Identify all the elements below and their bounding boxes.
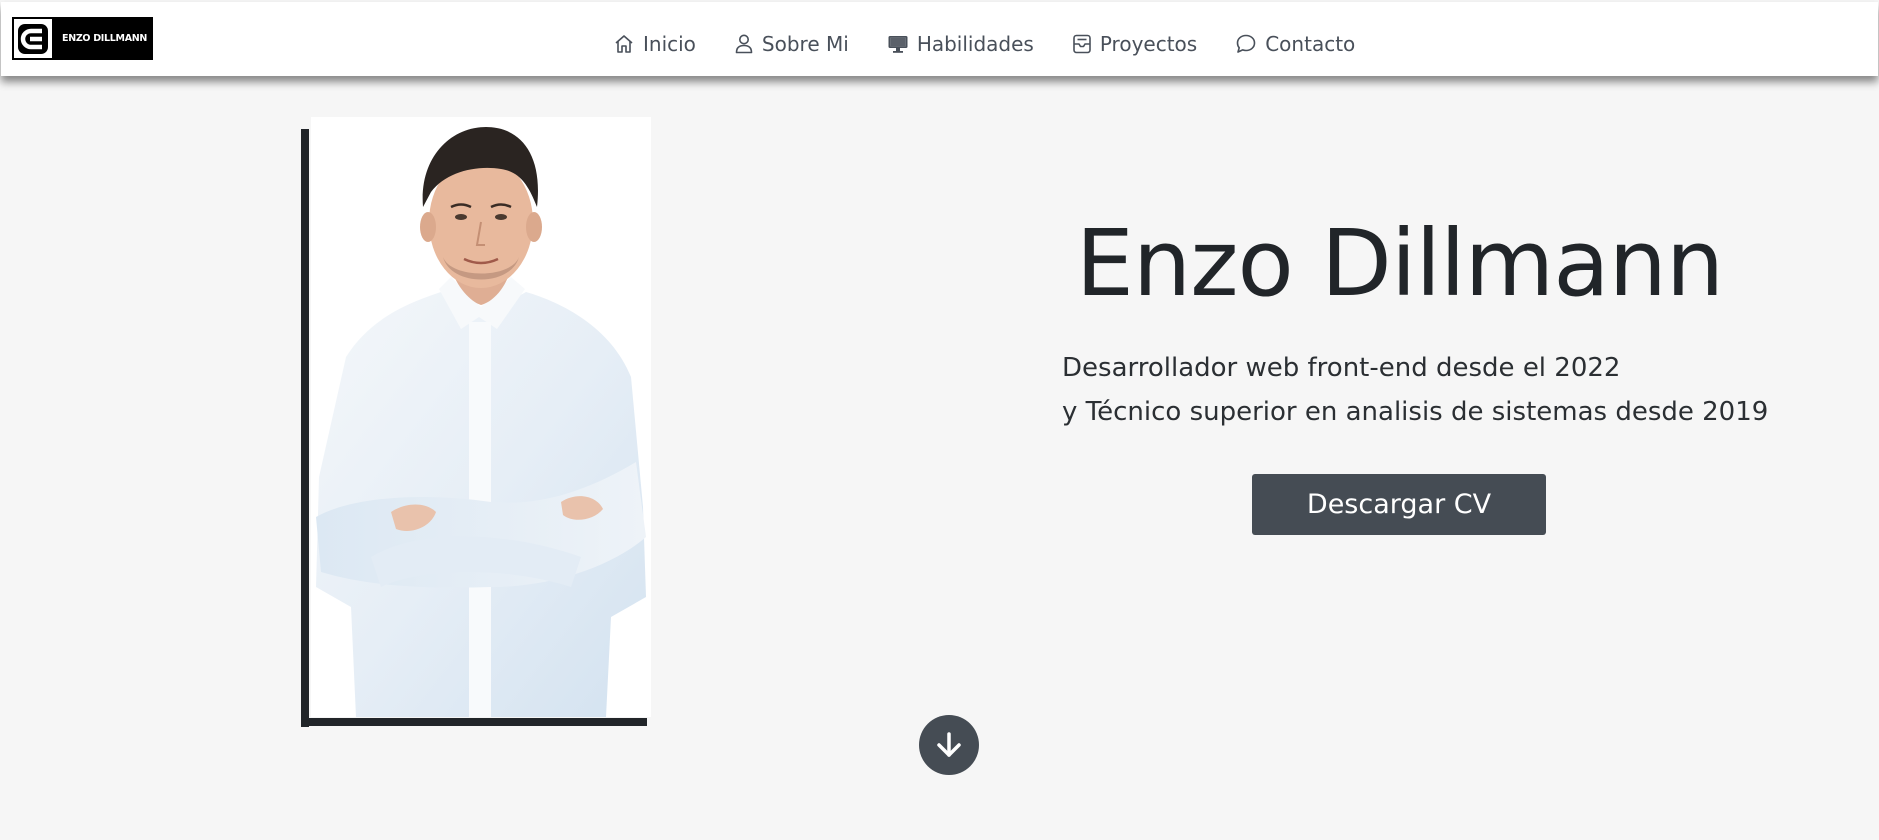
hero-title: Enzo Dillmann bbox=[1075, 210, 1724, 317]
frame-bottom-border bbox=[301, 718, 647, 726]
arrow-down-icon bbox=[937, 732, 961, 757]
profile-photo bbox=[311, 117, 651, 717]
frame-left-border bbox=[301, 129, 309, 727]
monitor-icon bbox=[888, 36, 908, 53]
hero-subtitle-line-1: Desarrollador web front-end desde el 202… bbox=[1062, 353, 1621, 383]
navbar: ENZO DILLMANN Inicio Sobre Mi Habilidade… bbox=[1, 2, 1878, 76]
nav-item-sobre-mi[interactable]: Sobre Mi bbox=[734, 32, 849, 56]
download-cv-button[interactable]: Descargar CV bbox=[1252, 474, 1546, 535]
nav-label-contacto: Contacto bbox=[1265, 32, 1356, 56]
hero-subtitle-line-2: y Técnico superior en analisis de sistem… bbox=[1062, 397, 1769, 427]
nav-item-proyectos[interactable]: Proyectos bbox=[1072, 32, 1197, 56]
nav-item-contacto[interactable]: Contacto bbox=[1235, 32, 1355, 56]
nav-item-inicio[interactable]: Inicio bbox=[613, 32, 696, 56]
person-icon bbox=[735, 34, 753, 54]
brand-logo[interactable]: ENZO DILLMANN bbox=[12, 17, 153, 60]
nav-links: Inicio Sobre Mi Habilidades Proyectos Co… bbox=[613, 24, 1393, 64]
profile-photo-frame bbox=[301, 117, 651, 727]
enzo-e-logo-icon bbox=[14, 19, 52, 58]
nav-label-inicio: Inicio bbox=[643, 32, 696, 56]
brand-text: ENZO DILLMANN bbox=[62, 33, 148, 44]
nav-label-proyectos: Proyectos bbox=[1099, 32, 1198, 56]
chat-bubble-icon bbox=[1236, 34, 1256, 53]
nav-label-habilidades: Habilidades bbox=[916, 32, 1034, 56]
nav-item-habilidades[interactable]: Habilidades bbox=[887, 32, 1034, 56]
home-icon bbox=[615, 35, 633, 53]
nav-label-sobre-mi: Sobre Mi bbox=[761, 32, 849, 56]
inbox-icon bbox=[1073, 34, 1091, 54]
scroll-down-button[interactable] bbox=[919, 715, 979, 775]
